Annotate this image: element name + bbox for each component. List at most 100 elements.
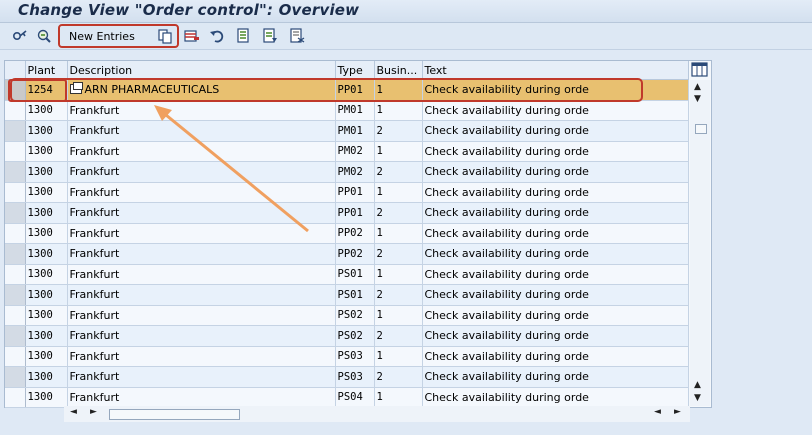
undo-icon[interactable]	[209, 28, 225, 44]
plant-cell[interactable]: 1300	[25, 100, 68, 121]
type-cell[interactable]: PS01	[335, 284, 375, 306]
column-header-plant[interactable]: Plant	[25, 61, 68, 80]
text-cell[interactable]: Check availability during orde	[422, 79, 689, 101]
description-cell[interactable]: Frankfurt	[67, 223, 336, 244]
table-row[interactable]: 1300 Frankfurt PP02 1 Check availability…	[5, 223, 689, 244]
row-selector[interactable]	[5, 141, 26, 162]
table-row[interactable]: 1300 Frankfurt PS02 1 Check availability…	[5, 305, 689, 326]
plant-cell[interactable]: 1300	[25, 161, 68, 183]
column-settings-icon[interactable]	[691, 62, 708, 77]
row-selector[interactable]	[5, 305, 26, 326]
text-cell[interactable]: Check availability during orde	[422, 202, 689, 224]
type-cell[interactable]: PP01	[335, 182, 375, 203]
plant-cell[interactable]: 1300	[25, 141, 68, 162]
description-cell[interactable]: Frankfurt	[67, 325, 336, 347]
description-cell[interactable]: Frankfurt	[67, 284, 336, 306]
table-row[interactable]: 1300 Frankfurt PP01 2 Check availability…	[5, 202, 689, 224]
description-cell[interactable]: Frankfurt	[67, 120, 336, 142]
plant-cell[interactable]: 1300	[25, 305, 68, 326]
scroll-right-end-icon[interactable]: ►	[674, 407, 681, 417]
select-block-icon[interactable]	[262, 28, 278, 44]
business-cell[interactable]: 2	[374, 243, 423, 265]
business-cell[interactable]: 2	[374, 161, 423, 183]
table-row[interactable]: 1300 Frankfurt PS02 2 Check availability…	[5, 325, 689, 347]
plant-cell[interactable]: 1300	[25, 223, 68, 244]
plant-cell[interactable]: 1254	[25, 79, 68, 101]
plant-cell[interactable]: 1300	[25, 387, 68, 408]
business-cell[interactable]: 1	[374, 100, 423, 121]
type-cell[interactable]: PS02	[335, 325, 375, 347]
business-cell[interactable]: 1	[374, 79, 423, 101]
table-row[interactable]: 1300 Frankfurt PS04 1 Check availability…	[5, 387, 689, 408]
row-selector[interactable]	[5, 202, 26, 224]
horizontal-scroll-thumb[interactable]	[109, 409, 240, 420]
type-cell[interactable]: PS03	[335, 346, 375, 367]
row-selector[interactable]	[5, 284, 26, 306]
scroll-down-bottom-icon[interactable]: ▼	[694, 393, 701, 403]
type-cell[interactable]: PM02	[335, 161, 375, 183]
type-cell[interactable]: PS04	[335, 387, 375, 408]
table-row[interactable]: 1300 Frankfurt PP02 2 Check availability…	[5, 243, 689, 265]
description-cell[interactable]: Frankfurt	[67, 264, 336, 285]
table-row[interactable]: 1300 Frankfurt PS01 1 Check availability…	[5, 264, 689, 285]
business-cell[interactable]: 1	[374, 346, 423, 367]
description-cell[interactable]: ARN PHARMACEUTICALS	[67, 79, 336, 101]
description-cell[interactable]: Frankfurt	[67, 100, 336, 121]
text-cell[interactable]: Check availability during orde	[422, 141, 689, 162]
row-selector-header[interactable]	[5, 61, 26, 80]
type-cell[interactable]: PS02	[335, 305, 375, 326]
plant-cell[interactable]: 1300	[25, 366, 68, 388]
delete-icon[interactable]	[184, 28, 200, 44]
business-cell[interactable]: 2	[374, 366, 423, 388]
scroll-up-bottom-icon[interactable]: ▲	[694, 380, 701, 390]
scroll-down-top-icon[interactable]: ▼	[694, 94, 701, 104]
scroll-right-icon[interactable]: ►	[90, 407, 97, 417]
column-header-description[interactable]: Description	[67, 61, 336, 80]
column-header-text[interactable]: Text	[422, 61, 689, 80]
vertical-scroll-thumb[interactable]	[695, 124, 707, 134]
column-header-business[interactable]: Busin...	[374, 61, 423, 80]
type-cell[interactable]: PS03	[335, 366, 375, 388]
row-selector[interactable]	[5, 100, 26, 121]
row-selector[interactable]	[5, 79, 26, 101]
type-cell[interactable]: PM02	[335, 141, 375, 162]
row-selector[interactable]	[5, 182, 26, 203]
plant-cell[interactable]: 1300	[25, 325, 68, 347]
text-cell[interactable]: Check availability during orde	[422, 182, 689, 203]
text-cell[interactable]: Check availability during orde	[422, 161, 689, 183]
display-change-icon[interactable]	[12, 28, 28, 44]
row-selector[interactable]	[5, 264, 26, 285]
text-cell[interactable]: Check availability during orde	[422, 284, 689, 306]
text-cell[interactable]: Check availability during orde	[422, 120, 689, 142]
plant-cell[interactable]: 1300	[25, 264, 68, 285]
business-cell[interactable]: 1	[374, 182, 423, 203]
plant-cell[interactable]: 1300	[25, 284, 68, 306]
description-cell[interactable]: Frankfurt	[67, 305, 336, 326]
business-cell[interactable]: 1	[374, 141, 423, 162]
table-row[interactable]: 1300 Frankfurt PS03 1 Check availability…	[5, 346, 689, 367]
table-row[interactable]: 1300 Frankfurt PP01 1 Check availability…	[5, 182, 689, 203]
find-icon[interactable]	[36, 28, 52, 44]
row-selector[interactable]	[5, 346, 26, 367]
type-cell[interactable]: PP01	[335, 202, 375, 224]
text-cell[interactable]: Check availability during orde	[422, 243, 689, 265]
scroll-left-icon[interactable]: ◄	[70, 407, 77, 417]
description-cell[interactable]: Frankfurt	[67, 141, 336, 162]
row-selector[interactable]	[5, 120, 26, 142]
description-cell[interactable]: Frankfurt	[67, 366, 336, 388]
plant-cell[interactable]: 1300	[25, 346, 68, 367]
description-cell[interactable]: Frankfurt	[67, 387, 336, 408]
type-cell[interactable]: PM01	[335, 100, 375, 121]
table-row[interactable]: 1300 Frankfurt PM01 1 Check availability…	[5, 100, 689, 121]
text-cell[interactable]: Check availability during orde	[422, 264, 689, 285]
row-selector[interactable]	[5, 387, 26, 408]
type-cell[interactable]: PM01	[335, 120, 375, 142]
row-selector[interactable]	[5, 223, 26, 244]
text-cell[interactable]: Check availability during orde	[422, 387, 689, 408]
type-cell[interactable]: PP02	[335, 243, 375, 265]
text-cell[interactable]: Check availability during orde	[422, 325, 689, 347]
business-cell[interactable]: 1	[374, 264, 423, 285]
text-cell[interactable]: Check availability during orde	[422, 100, 689, 121]
table-row[interactable]: 1300 Frankfurt PS03 2 Check availability…	[5, 366, 689, 388]
type-cell[interactable]: PP02	[335, 223, 375, 244]
